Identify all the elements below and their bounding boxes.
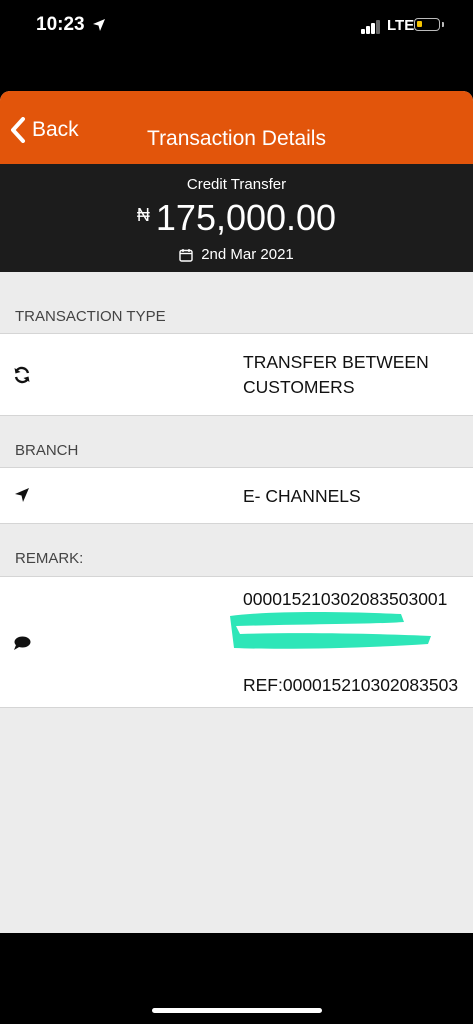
calendar-icon: [179, 248, 193, 262]
transaction-kind: Credit Transfer: [186, 176, 287, 193]
network-type: LTE: [387, 17, 415, 34]
redaction-mark: [230, 612, 431, 649]
battery-low-icon: [414, 18, 444, 31]
amount-display: ₦ 175,000.00: [0, 197, 473, 239]
status-bar: 10:23 LTE: [0, 0, 473, 56]
speech-bubble-icon: [14, 636, 31, 650]
branch-label: BRANCH: [15, 442, 79, 459]
branch-row: E- CHANNELS: [0, 467, 473, 524]
remark-row: 000015210302083503001 REF:00001521030208…: [0, 576, 473, 708]
transaction-date: 2nd Mar 2021: [0, 246, 473, 263]
transaction-type-value: TRANSFER BETWEEN CUSTOMERS: [243, 352, 429, 397]
branch-value: E- CHANNELS: [243, 486, 361, 506]
signal-bars-icon: [361, 20, 383, 34]
navigation-bar: Back Transaction Details: [0, 91, 473, 164]
currency-symbol: ₦: [136, 205, 150, 225]
home-indicator[interactable]: [152, 1008, 322, 1013]
refresh-icon: [14, 366, 30, 384]
remark-label: REMARK:: [15, 550, 84, 567]
page-title: Transaction Details: [147, 127, 326, 150]
transaction-type-label: TRANSACTION TYPE: [15, 308, 166, 325]
transaction-summary: Credit Transfer ₦ 175,000.00 2nd Mar 202…: [0, 164, 473, 272]
amount-value: 175,000.00: [155, 197, 337, 238]
remark-ref-value: REF:000015210302083503: [243, 675, 459, 695]
status-time: 10:23: [36, 14, 85, 35]
date-text: 2nd Mar 2021: [201, 246, 294, 263]
transaction-type-row: TRANSFER BETWEEN CUSTOMERS: [0, 333, 473, 416]
location-arrow-icon: [15, 488, 29, 502]
app-screen: Back Transaction Details Credit Transfer…: [0, 91, 473, 933]
location-arrow-icon: [93, 19, 105, 31]
